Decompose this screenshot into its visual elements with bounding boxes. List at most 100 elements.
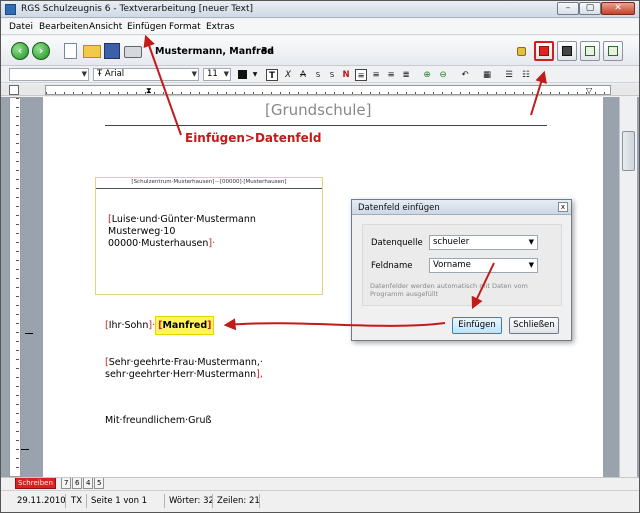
menu-einfuegen[interactable]: Einfügen [127, 22, 167, 32]
align-center-icon[interactable]: ≡ [370, 69, 382, 81]
window-title: RGS Schulzeugnis 6 - Textverarbeitung [n… [21, 4, 254, 14]
vertical-scrollbar[interactable] [619, 97, 637, 477]
salutation-line-1: Sehr·geehrte·Frau·Mustermann,· [108, 357, 263, 368]
greeting-line[interactable]: [Ihr·Sohn]· [Manfred] [105, 316, 215, 335]
font-size-value: 11 [207, 69, 218, 79]
address-frame[interactable]: [Schulzentrum·Musterhausen]·-·[00000]·[M… [95, 177, 323, 295]
font-value: Arial [104, 69, 125, 79]
bullet-list-icon[interactable]: ☰ [503, 69, 515, 81]
tab-stop-selector[interactable] [9, 85, 19, 95]
horizontal-ruler[interactable]: ⧗ ▽ [45, 85, 611, 95]
bold-button[interactable]: T [266, 69, 278, 81]
dialog-title: Datenfeld einfügen [358, 203, 440, 213]
numbered-list-icon[interactable]: ☷ [520, 69, 532, 81]
fieldname-select[interactable]: Vorname ▼ [429, 258, 538, 273]
align-justify-icon[interactable]: ≣ [400, 69, 412, 81]
title-bar: RGS Schulzeugnis 6 - Textverarbeitung [n… [1, 1, 639, 18]
lock-icon[interactable] [517, 47, 526, 56]
header-divider [105, 125, 547, 126]
status-separator [86, 494, 87, 508]
minimize-button[interactable]: – [557, 2, 579, 15]
tutorial-annotation: Einfügen>Datenfeld [185, 131, 322, 145]
status-separator [259, 494, 260, 508]
inserted-data-field[interactable]: [Manfred] [155, 316, 215, 335]
page-tabs: Schreiben 7 6 4 5 [1, 477, 639, 489]
align-left-icon[interactable]: ≡ [355, 69, 367, 81]
ruler-row: ⧗ ▽ [1, 84, 639, 96]
zoom-out-icon[interactable]: ⊖ [437, 69, 449, 81]
superscript-button[interactable]: S [312, 69, 324, 81]
right-indent-marker[interactable]: ▽ [586, 86, 592, 95]
layout-button[interactable] [557, 41, 577, 61]
bracket: ]· [208, 238, 216, 249]
status-lines: Zeilen: 21 [217, 496, 260, 506]
datasource-select[interactable]: schueler ▼ [429, 235, 538, 250]
dialog-hint: Datenfelder werden automatisch mit Daten… [370, 282, 528, 298]
align-right-icon[interactable]: ≡ [385, 69, 397, 81]
status-separator [65, 494, 66, 508]
scrollbar-thumb[interactable] [622, 131, 635, 171]
text-color-icon[interactable] [238, 70, 247, 79]
menu-datei[interactable]: Datei [9, 22, 33, 32]
export-button[interactable] [603, 41, 623, 61]
sender-line: [Schulzentrum·Musterhausen]·-·[00000]·[M… [131, 179, 287, 185]
table-icon[interactable]: ▦ [481, 69, 493, 81]
back-arrow-icon[interactable]: ‹ [11, 42, 29, 60]
zoom-in-icon[interactable]: ⊕ [421, 69, 433, 81]
forward-arrow-icon[interactable]: › [32, 42, 50, 60]
clear-format-button[interactable]: N [340, 69, 352, 81]
font-type-icon: Ŧ [97, 69, 103, 79]
menu-bar: Datei Bearbeiten Ansicht Einfügen Format… [1, 19, 639, 35]
status-date: 29.11.2010 [17, 496, 66, 506]
close-dialog-button[interactable]: Schließen [509, 317, 559, 334]
chevron-down-icon: ▼ [528, 261, 534, 269]
font-select[interactable]: Ŧ Arial ▼ [93, 68, 199, 81]
datasource-label: Datenquelle [371, 238, 423, 248]
italic-button[interactable]: X [282, 69, 294, 81]
insert-button[interactable]: Einfügen [452, 317, 502, 334]
maximize-button[interactable]: ▢ [579, 2, 601, 15]
subscript-button[interactable]: S [326, 69, 338, 81]
closing-line[interactable]: Mit·freundlichem·Gruß [105, 415, 211, 426]
address-line-3: 00000·Musterhausen [108, 238, 209, 249]
address-line-1: Luise·und·Günter·Mustermann [111, 214, 256, 225]
color-dropdown-icon[interactable]: ▼ [249, 69, 261, 81]
status-separator [164, 494, 165, 508]
chevron-down-icon: ▼ [528, 238, 534, 246]
preview-button[interactable] [580, 41, 600, 61]
student-name: Mustermann, Manfred [155, 46, 274, 57]
format-toolbar: ▼ Ŧ Arial ▼ 11 ▼ ▼ T X A S S N ≡ ≡ ≡ ≣ ⊕ ⊖… [1, 67, 639, 83]
data-field-button[interactable] [534, 41, 554, 61]
school-name-field[interactable]: [Grundschule] [265, 101, 372, 119]
tab-4[interactable]: 4 [83, 478, 94, 489]
margin-mark [21, 449, 29, 450]
style-select[interactable]: ▼ [9, 68, 89, 81]
left-indent-marker[interactable]: ⧗ [146, 86, 152, 96]
strike-button[interactable]: A [297, 69, 309, 81]
font-size-select[interactable]: 11 ▼ [203, 68, 231, 81]
print-icon[interactable] [124, 46, 142, 58]
address-line-2: Musterweg·10 [108, 226, 176, 237]
tab-5[interactable]: 5 [94, 478, 105, 489]
dialog-title-bar: Datenfeld einfügen x [352, 200, 571, 215]
new-document-icon[interactable] [64, 43, 77, 59]
salutation[interactable]: [Sehr·geehrte·Frau·Mustermann,· sehr·gee… [105, 357, 263, 381]
menu-ansicht[interactable]: Ansicht [89, 22, 122, 32]
tab-schreiben[interactable]: Schreiben [15, 478, 56, 489]
status-page: Seite 1 von 1 [91, 496, 148, 506]
status-words: Wörter: 32 [169, 496, 214, 506]
close-button[interactable]: ✕ [601, 2, 635, 15]
menu-extras[interactable]: Extras [206, 22, 234, 32]
menu-format[interactable]: Format [169, 22, 201, 32]
menu-bearbeiten[interactable]: Bearbeiten [39, 22, 88, 32]
tab-6[interactable]: 6 [72, 478, 83, 489]
margin-mark [25, 333, 33, 334]
status-separator [212, 494, 213, 508]
dialog-close-icon[interactable]: x [558, 202, 568, 212]
open-folder-icon[interactable] [83, 45, 101, 58]
tab-7[interactable]: 7 [61, 478, 72, 489]
recipient-address[interactable]: [Luise·und·Günter·Mustermann Musterweg·1… [108, 214, 256, 250]
status-mode: TX [71, 496, 83, 506]
undo-icon[interactable]: ↶ [459, 69, 471, 81]
save-icon[interactable] [104, 43, 120, 59]
